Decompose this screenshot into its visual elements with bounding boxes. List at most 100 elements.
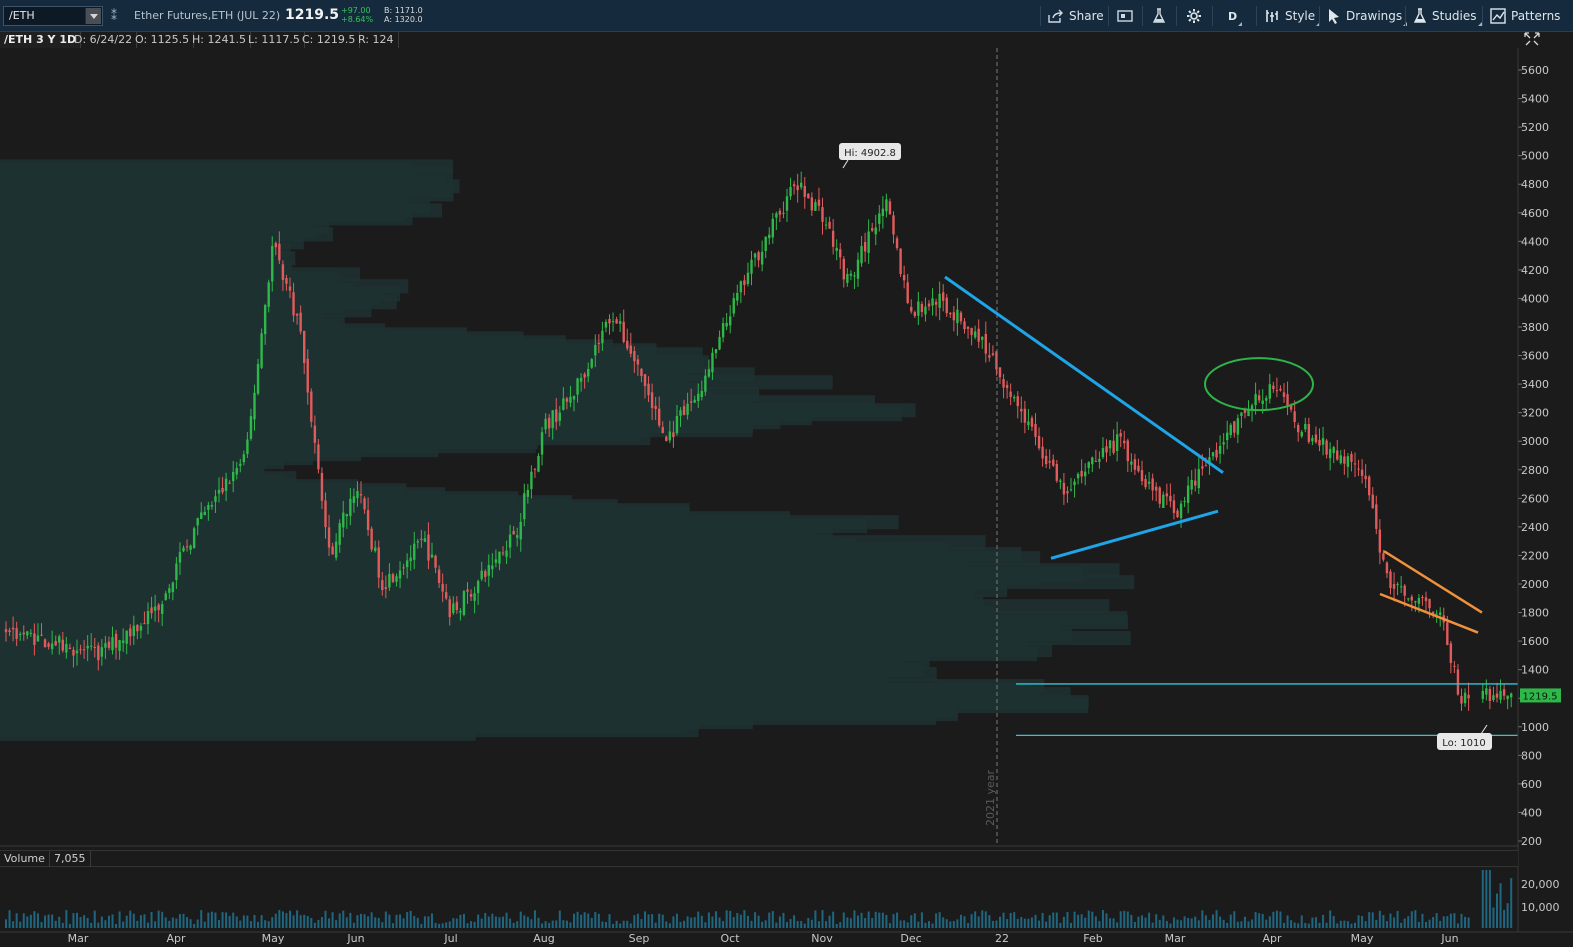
volume-bar: [789, 919, 792, 928]
price-tick-label: 3200: [1521, 407, 1549, 420]
candle-body: [792, 184, 796, 187]
volume-bar: [466, 923, 469, 928]
price-chart[interactable]: 2021 year Hi: 4902.8 Lo: 1010 5600 5400 520…: [0, 0, 1573, 947]
volume-bar: [391, 923, 394, 928]
candle-body: [768, 234, 771, 239]
price-tick-label: 5600: [1521, 64, 1549, 77]
volume-bar: [15, 913, 18, 928]
volume-bar: [1368, 912, 1371, 928]
volume-bar: [253, 914, 256, 928]
time-axis[interactable]: Mar Apr May Jun Jul Aug Sep Oct Nov Dec 22 Feb Mar Ap…: [68, 932, 1459, 945]
candle-body: [835, 247, 838, 251]
volume-bar: [857, 915, 859, 928]
candle-body: [1399, 586, 1403, 588]
volume-bar: [793, 915, 796, 928]
time-tick-label: Aug: [533, 932, 554, 945]
candle-body: [1297, 424, 1300, 433]
volume-bar: [473, 921, 476, 928]
candle-body: [1360, 469, 1364, 476]
candle-body: [111, 637, 114, 651]
candle-body: [501, 552, 505, 554]
candle-body: [1318, 439, 1321, 446]
volume-bar: [5, 919, 7, 928]
volume-bar: [679, 921, 682, 928]
candle-body: [505, 550, 508, 557]
volume-bar: [154, 921, 157, 928]
candle-body: [58, 636, 61, 643]
volume-bar: [175, 918, 178, 928]
candle-body: [917, 301, 920, 316]
volume-bar: [1496, 893, 1498, 928]
candle-body: [246, 439, 249, 454]
volume-bar: [1158, 919, 1161, 928]
volume-bar: [115, 923, 118, 928]
bar-high: H: 1241.5: [188, 32, 251, 48]
candle-body: [1183, 501, 1186, 503]
volume-bar: [587, 913, 590, 928]
volume-bar: [420, 923, 423, 928]
volume-bar: [1219, 916, 1222, 928]
candle-body: [1052, 459, 1055, 466]
volume-bar: [558, 910, 561, 928]
price-tick-label: 1800: [1521, 607, 1549, 620]
volume-bar: [615, 920, 618, 928]
volume-bar: [768, 912, 771, 928]
volume-bar: [1293, 922, 1296, 928]
volume-bar: [1400, 922, 1403, 928]
candle-body: [949, 312, 952, 315]
candle-body: [945, 297, 948, 314]
volume-bar: [242, 915, 245, 928]
candle-body: [729, 316, 732, 326]
candle-body: [640, 368, 643, 377]
candle-body: [1311, 438, 1314, 442]
candle-body: [370, 528, 373, 550]
candle-body: [764, 236, 767, 251]
candle-body: [1027, 421, 1030, 426]
candle-body: [1300, 431, 1303, 437]
volume-bar: [736, 912, 739, 928]
candle-body: [1304, 423, 1307, 430]
volume-bar: [104, 920, 107, 928]
candle-body: [462, 591, 466, 615]
candle-body: [682, 406, 686, 415]
volume-bar: [178, 914, 181, 928]
time-tick-label: May: [262, 932, 285, 945]
volume-bar: [455, 918, 458, 928]
volume-bar: [182, 913, 185, 928]
volume-bar: [86, 917, 89, 928]
volume-bar: [505, 912, 508, 928]
candle-body: [1020, 408, 1023, 412]
low-label: Lo: 1010: [1442, 738, 1486, 749]
candle-body: [1332, 447, 1335, 454]
volume-bar: [928, 921, 930, 928]
candle-body: [1463, 692, 1467, 704]
volume-bar: [65, 910, 68, 928]
volume-bar: [512, 922, 515, 928]
candle-body: [1403, 585, 1406, 596]
volume-bar: [1510, 878, 1513, 928]
auto-scale-icon[interactable]: [1523, 31, 1541, 47]
volume-bar: [988, 915, 991, 928]
candle-body: [324, 500, 327, 528]
chart-title[interactable]: /ETH 3 Y 1D: [0, 32, 82, 48]
candle-body: [1155, 486, 1158, 491]
volume-bar: [991, 920, 994, 928]
volume-bar: [406, 912, 409, 928]
time-tick-label: Jun: [1440, 932, 1458, 945]
candle-body: [821, 207, 824, 222]
candle-body: [565, 398, 569, 402]
candle-body: [1336, 450, 1339, 460]
volume-bar: [661, 914, 664, 928]
price-axis[interactable]: 5600 5400 5200 5000 4800 4600 4400 4200 4000 3800…: [1518, 64, 1561, 848]
volume-bar: [931, 923, 934, 928]
volume-bar: [381, 922, 384, 928]
volume-bar: [281, 911, 284, 928]
volume-bar: [1290, 920, 1293, 928]
candle-body: [704, 375, 707, 392]
volume-bar: [416, 917, 419, 928]
candle-body: [427, 534, 430, 561]
volume-bar: [1055, 912, 1058, 928]
candle-body: [136, 624, 139, 632]
candle-body: [299, 312, 302, 332]
candle-body: [615, 319, 618, 324]
